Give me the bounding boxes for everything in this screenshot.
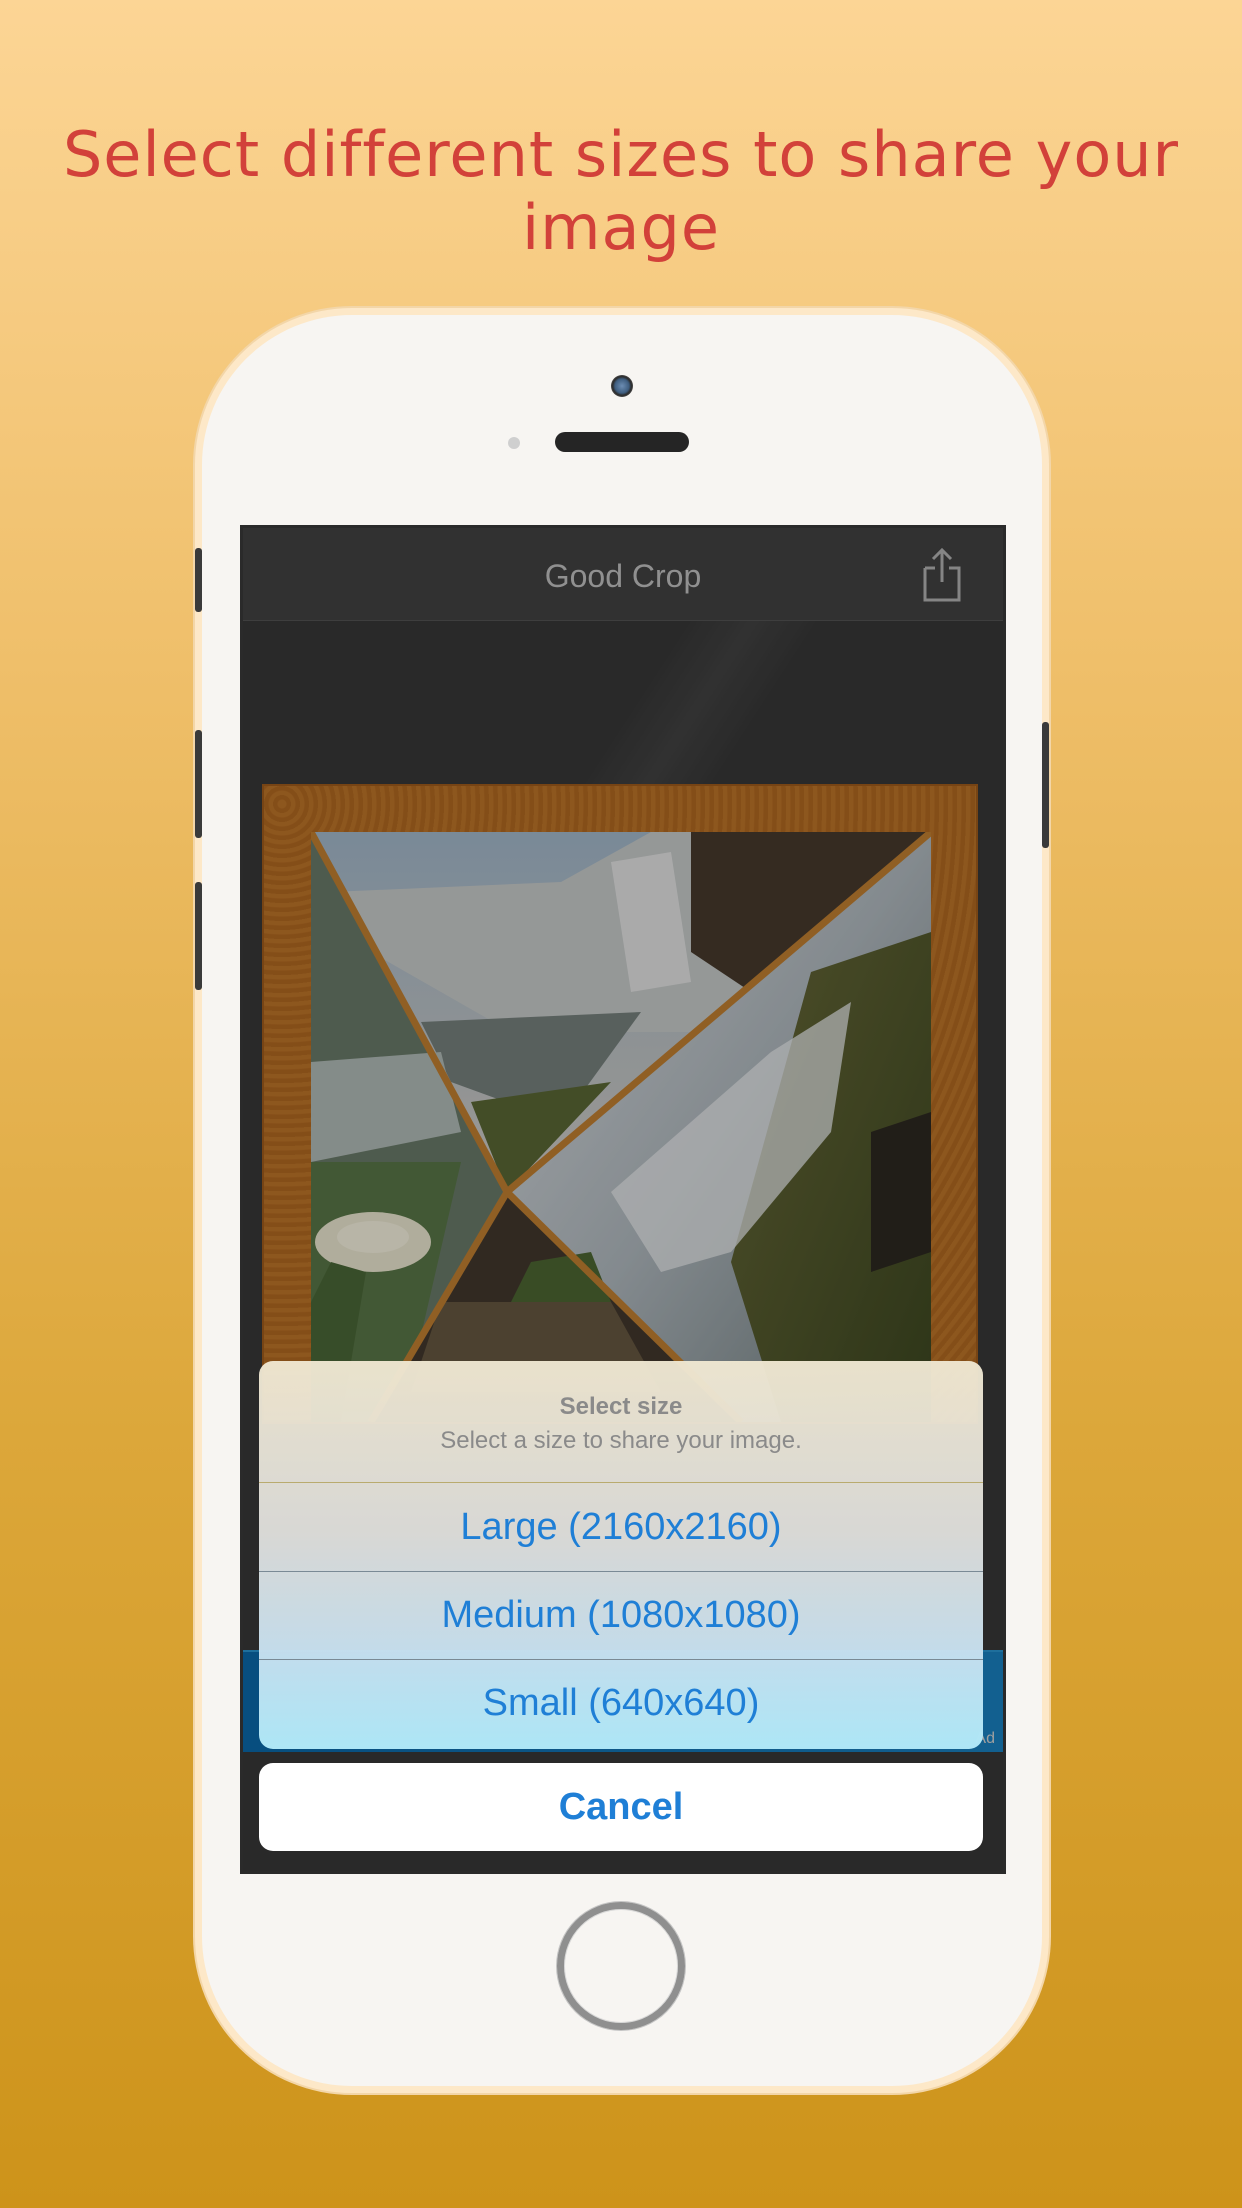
home-button[interactable] [557,1902,685,2030]
size-option-large[interactable]: Large (2160x2160) [259,1483,983,1572]
size-option-medium[interactable]: Medium (1080x1080) [259,1571,983,1660]
action-sheet-message: Select a size to share your image. [440,1427,802,1454]
earpiece-speaker [555,432,689,452]
volume-up-button [195,730,202,838]
promo-headline: Select different sizes to share your ima… [62,118,1180,264]
action-sheet-header: Select size Select a size to share your … [259,1361,983,1483]
action-sheet: Select size Select a size to share your … [259,1361,983,1749]
size-option-small[interactable]: Small (640x640) [259,1659,983,1747]
front-camera [611,375,633,397]
proximity-sensor [508,437,520,449]
phone-screen: Good Crop Ad Select size Select a size t… [243,528,1003,1871]
volume-down-button [195,882,202,990]
mute-switch [195,548,202,612]
action-sheet-title: Select size [559,1393,683,1420]
power-button [1042,722,1049,848]
cancel-button[interactable]: Cancel [259,1763,983,1851]
